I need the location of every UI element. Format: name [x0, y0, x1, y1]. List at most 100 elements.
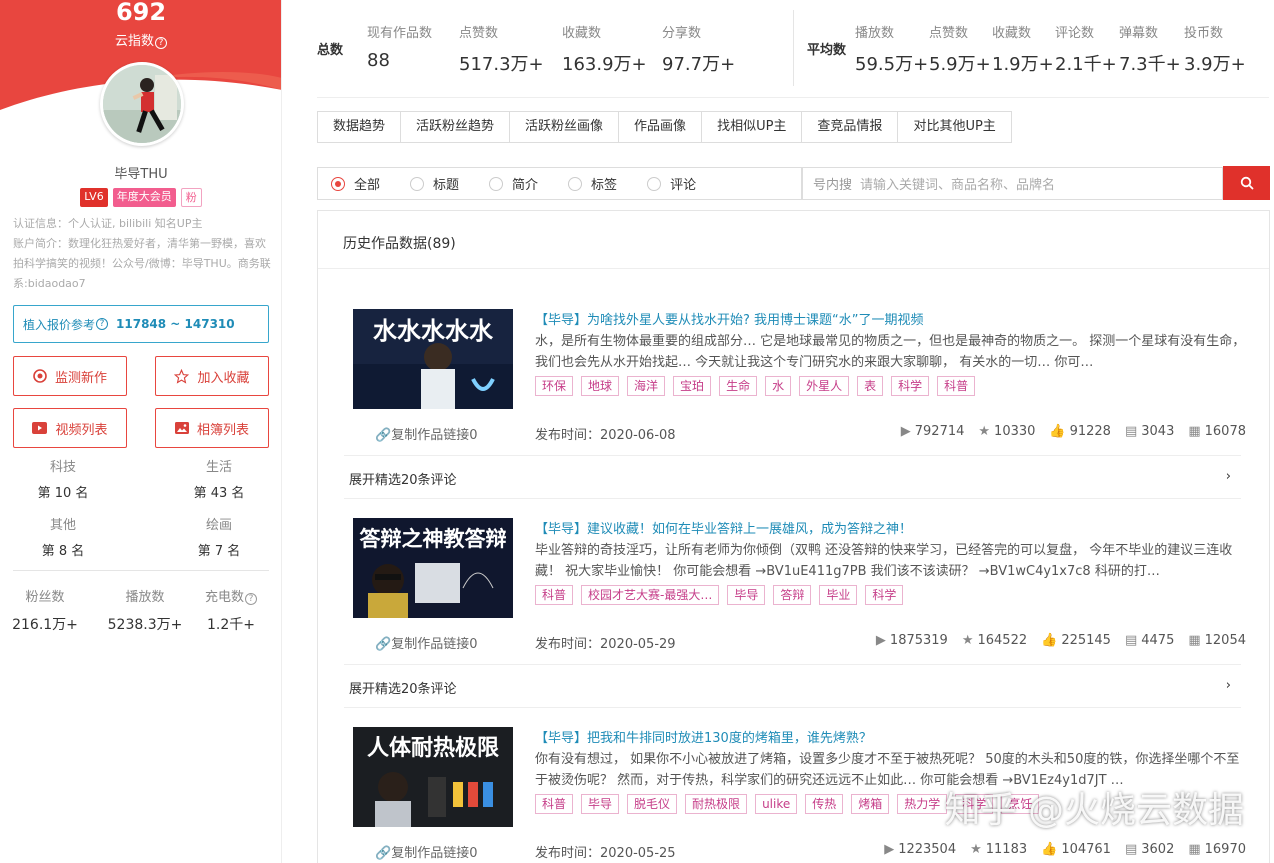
copy-link-button[interactable]: 🔗复制作品链接0	[375, 633, 477, 652]
tag[interactable]: 海洋	[627, 376, 666, 396]
expand-comments-row[interactable]: 展开精选20条评论 ›	[344, 455, 1241, 499]
tag[interactable]: 科普	[937, 376, 976, 396]
tag[interactable]: 毕导	[581, 794, 620, 814]
help-icon[interactable]: ?	[155, 37, 167, 49]
rank-item: 绘画 第 7 名	[197, 518, 241, 559]
rank-item: 其他 第 8 名	[41, 518, 85, 559]
favorite-count: ★ 11183	[970, 842, 1028, 857]
tab-compare-up[interactable]: 对比其他UP主	[898, 112, 1011, 142]
video-thumbnail[interactable]: 水水水水水	[353, 309, 513, 409]
tag[interactable]: 生命	[719, 376, 758, 396]
radio-title[interactable]: 标题	[410, 174, 459, 193]
tag[interactable]: 外星人	[799, 376, 850, 396]
username: 毕导THU	[114, 167, 168, 182]
page: 692 云指数? 毕导THU LV6 年度大会员 粉 认证信息：个人认证, bi…	[0, 0, 1274, 863]
stat-shares: 分享数 97.7万+	[662, 26, 736, 75]
avatar[interactable]	[100, 62, 184, 146]
tab-works-profile[interactable]: 作品画像	[619, 112, 703, 142]
thumbs-up-icon: 👍	[1041, 842, 1058, 857]
favorite-count: ★ 164522	[961, 633, 1028, 648]
danmaku-icon: ▦	[1188, 424, 1201, 439]
tab-similar-up[interactable]: 找相似UP主	[702, 112, 803, 142]
tag[interactable]: 科学	[865, 585, 904, 605]
radio-all[interactable]: 全部	[331, 174, 380, 193]
star-icon: ★	[978, 424, 991, 439]
tag[interactable]: 传热	[805, 794, 844, 814]
monitor-new-works-button[interactable]: 监测新作	[13, 356, 127, 396]
tab-data-trend[interactable]: 数据趋势	[318, 112, 402, 142]
tab-active-fan-trend[interactable]: 活跃粉丝趋势	[401, 112, 511, 142]
radio-tag[interactable]: 标签	[568, 174, 617, 193]
tag[interactable]: 科学	[955, 794, 994, 814]
tag[interactable]: 环保	[535, 376, 574, 396]
tag[interactable]: 校园才艺大赛-最强大…	[581, 585, 720, 605]
album-list-button[interactable]: 相簿列表	[155, 408, 269, 448]
history-title: 历史作品数据(89)	[343, 236, 456, 252]
tag[interactable]: 表	[857, 376, 884, 396]
tag[interactable]: 地球	[581, 376, 620, 396]
tag[interactable]: 毕业	[819, 585, 858, 605]
tag[interactable]: 烤箱	[851, 794, 890, 814]
summary-stats: 总数 现有作品数 88 点赞数 517.3万+ 收藏数 163.9万+ 分享数 97.7…	[317, 0, 1269, 98]
help-icon[interactable]: ?	[96, 318, 109, 330]
radio-intro[interactable]: 简介	[489, 174, 538, 193]
video-play-icon	[32, 422, 48, 434]
tab-active-fan-profile[interactable]: 活跃粉丝画像	[510, 112, 620, 142]
profile-info: 认证信息：个人认证, bilibili 知名UP主 账户简介：数理化狂热爱好者，…	[13, 214, 271, 294]
search-scope-filter: 全部 标题 简介 标签 评论	[317, 167, 803, 200]
copy-link-button[interactable]: 🔗复制作品链接0	[375, 842, 477, 861]
comment-icon: ▤	[1124, 633, 1138, 648]
tag[interactable]: 耐热极限	[685, 794, 748, 814]
video-title-link[interactable]: 【毕导】把我和牛排同时放进130度的烤箱里，谁先烤熟？	[535, 727, 872, 746]
video-thumbnail[interactable]: 答辩之神教答辩	[353, 518, 513, 618]
radio-comment[interactable]: 评论	[647, 174, 696, 193]
tag[interactable]: 烹饪	[1001, 794, 1040, 814]
video-tags: 科普 毕导 脱毛仪 耐热极限 ulike 传热 烤箱 热力学 科学 烹饪	[535, 794, 1040, 814]
stat-likes: 点赞数 517.3万+	[459, 26, 544, 75]
danmaku-icon: ▦	[1188, 633, 1201, 648]
tag[interactable]: 热力学	[897, 794, 948, 814]
like-count: 👍 91228	[1049, 424, 1111, 439]
tag[interactable]: 宝珀	[673, 376, 712, 396]
tag[interactable]: 毕导	[727, 585, 766, 605]
search-button[interactable]	[1223, 166, 1270, 200]
divider	[318, 268, 1269, 269]
thumbs-up-icon: 👍	[1041, 633, 1058, 648]
thumbs-up-icon: 👍	[1049, 424, 1066, 439]
star-icon: ★	[961, 633, 974, 648]
video-title-link[interactable]: 【毕导】为啥找外星人要从找水开始? 我用博士课题“水”了一期视频	[535, 309, 924, 328]
play-icon: ▶	[875, 633, 886, 648]
tag[interactable]: 科学	[891, 376, 930, 396]
user-badges: LV6 年度大会员 粉	[0, 188, 281, 207]
tag[interactable]: 答辩	[773, 585, 812, 605]
publish-date: 发布时间：2020-05-29	[535, 637, 676, 652]
video-list-button[interactable]: 视频列表	[13, 408, 127, 448]
fan-stat: 充电数? 1.2千+	[204, 590, 257, 633]
avg-danmaku: 弹幕数 7.3千+	[1119, 26, 1181, 75]
tag[interactable]: 科普	[535, 585, 574, 605]
help-icon[interactable]: ?	[245, 593, 257, 605]
target-icon	[33, 369, 47, 383]
rank-item: 生活 第 43 名	[193, 460, 245, 501]
tag[interactable]: ulike	[755, 794, 798, 814]
tag[interactable]: 脱毛仪	[627, 794, 678, 814]
add-favorite-button[interactable]: 加入收藏	[155, 356, 269, 396]
expand-comments-row[interactable]: 展开精选20条评论 ›	[344, 664, 1241, 708]
tag[interactable]: 水	[765, 376, 792, 396]
search-input[interactable]: 号内搜 请输入关键词、商品名称、品牌名	[801, 167, 1223, 200]
video-stats: ▶ 1223504 ★ 11183 👍 104761 ▤ 3602 ▦ 16970	[884, 842, 1246, 857]
ad-quote-box[interactable]: 植入报价参考? 117848 ~ 147310	[13, 305, 269, 343]
video-title-link[interactable]: 【毕导】建议收藏！如何在毕业答辩上一展雄风，成为答辩之神！	[535, 518, 912, 537]
tag[interactable]: 科普	[535, 794, 574, 814]
star-icon: ★	[970, 842, 982, 857]
level-badge: LV6	[80, 188, 108, 207]
avg-coins: 投币数 3.9万+	[1184, 26, 1246, 75]
cloud-index-label: 云指数?	[0, 30, 281, 49]
image-icon	[174, 422, 189, 434]
search-icon	[1240, 176, 1253, 190]
tab-competitor-intel[interactable]: 查竞品情报	[802, 112, 899, 142]
svg-text:人体耐热极限: 人体耐热极限	[367, 735, 499, 761]
copy-link-button[interactable]: 🔗复制作品链接0	[375, 424, 477, 443]
comment-icon: ▤	[1124, 842, 1138, 857]
video-thumbnail[interactable]: 人体耐热极限	[353, 727, 513, 827]
